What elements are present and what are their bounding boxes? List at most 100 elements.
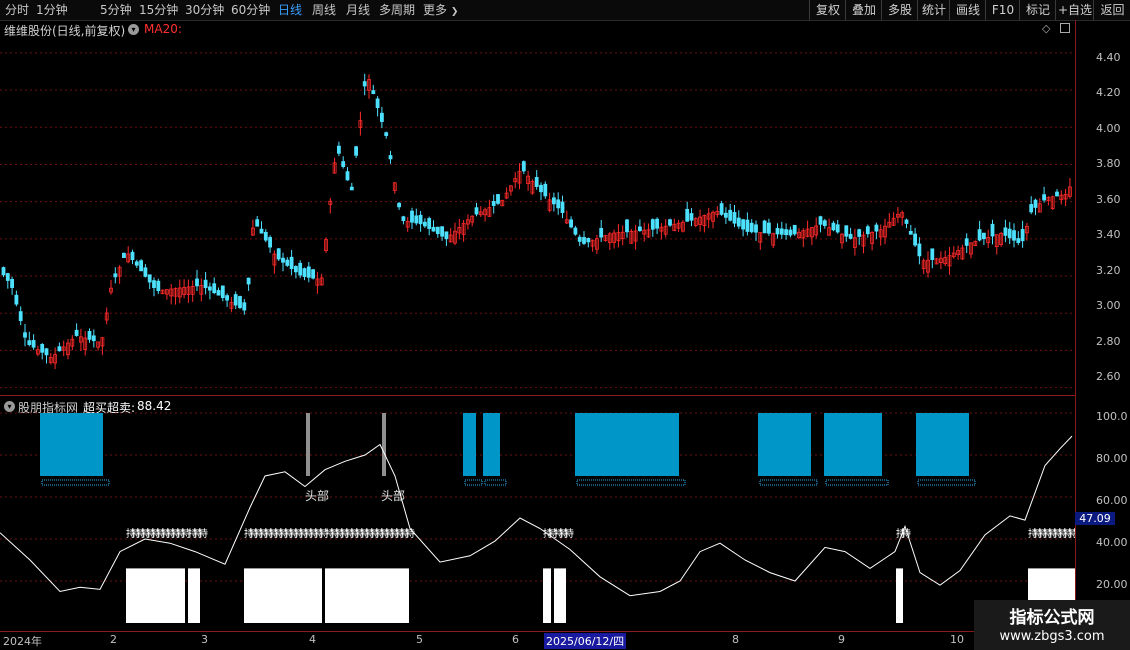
logo-title: 指标公式网 (1009, 608, 1095, 628)
candle-body (491, 201, 496, 206)
fuquan-button[interactable]: 复权 (809, 0, 846, 20)
period-tab-30min[interactable]: 30分钟 (185, 0, 224, 20)
candle-body (410, 210, 414, 223)
candle-body (982, 232, 986, 240)
candle-body (31, 340, 36, 348)
candle-body (917, 243, 922, 257)
period-tab-weekly[interactable]: 周线 (312, 0, 336, 20)
candle-body (749, 222, 754, 233)
window-toggle-icon[interactable] (1060, 23, 1070, 33)
add-watchlist-button[interactable]: +自选 (1055, 0, 1094, 20)
chevron-right-icon: ❯ (450, 7, 459, 17)
candle-body (762, 220, 767, 234)
candle-body (1016, 238, 1021, 244)
candle-body (573, 227, 578, 235)
candle-body (362, 81, 367, 87)
candle-body (156, 280, 161, 292)
candle-body (857, 229, 862, 237)
candle-body (435, 226, 440, 235)
candle-body (379, 112, 384, 122)
candle-body (134, 261, 139, 266)
statistics-button[interactable]: 统计 (917, 0, 950, 20)
overbought-marker (825, 479, 889, 486)
candle-body (904, 219, 909, 224)
price-tick: 4.40 (1096, 51, 1121, 64)
candle-body (1029, 204, 1034, 213)
candle-body (689, 213, 694, 221)
candle-body (401, 216, 406, 221)
ma20-label: MA20: (144, 22, 182, 36)
oversold-block (896, 568, 903, 623)
candle-body (427, 218, 432, 229)
candle-body (18, 311, 23, 322)
date-tick: 5 (416, 633, 423, 646)
candle-body (143, 267, 148, 277)
candle-body (422, 221, 427, 227)
overbought-marker (464, 479, 483, 486)
candle-body (539, 184, 543, 193)
period-tab-daily[interactable]: 日线 (278, 0, 302, 20)
f10-button[interactable]: F10 (985, 0, 1020, 20)
candle-body (268, 237, 273, 248)
head-label: 头部 (381, 488, 405, 503)
period-tab-15min[interactable]: 15分钟 (139, 0, 178, 20)
candle-body (844, 225, 849, 237)
candle-body (341, 161, 346, 168)
candle-body (281, 257, 285, 263)
overlay-button[interactable]: 叠加 (845, 0, 882, 20)
period-tab-multi[interactable]: 多周期 (379, 0, 415, 20)
candle-body (289, 256, 294, 270)
multi-stock-button[interactable]: 多股 (881, 0, 918, 20)
date-tick: 4 (309, 633, 316, 646)
candle-body (1055, 191, 1059, 197)
diamond-icon[interactable]: ◇ (1042, 22, 1050, 35)
candle-body (582, 237, 586, 244)
pane-divider (0, 395, 1075, 396)
date-tick: 3 (201, 633, 208, 646)
candle-body (496, 194, 500, 204)
more-menu[interactable]: 更多 ❯ (423, 0, 458, 20)
candle-body (354, 146, 359, 156)
candle-body (384, 132, 389, 136)
candle-body (831, 222, 836, 231)
candle-body (1033, 199, 1038, 208)
date-axis: 2024年 2 3 4 5 6 2025/06/12/四 8 9 10 (0, 631, 1075, 649)
mark-button[interactable]: 标记 (1019, 0, 1056, 20)
date-tick: 6 (512, 633, 519, 646)
overbought-block (483, 413, 500, 476)
candle-body (87, 331, 92, 340)
date-tick: 10 (950, 633, 964, 646)
draw-line-button[interactable]: 画线 (949, 0, 986, 20)
candle-body (23, 332, 27, 338)
oversold-block (554, 568, 566, 623)
candle-body (655, 218, 659, 229)
candle-body (139, 260, 144, 272)
price-tick: 4.00 (1096, 122, 1121, 135)
chevron-down-icon[interactable]: ▾ (128, 24, 139, 35)
price-tick: 3.00 (1096, 299, 1121, 312)
period-tab-monthly[interactable]: 月线 (346, 0, 370, 20)
candle-body (913, 233, 917, 246)
candle-body (792, 224, 797, 235)
overbought-marker (576, 479, 686, 486)
back-button[interactable]: 返回 (1093, 0, 1130, 20)
candle-body (685, 208, 690, 222)
candle-body (91, 335, 96, 342)
price-tick: 4.20 (1096, 86, 1121, 99)
candle-body (388, 155, 393, 160)
overbought-block (824, 413, 882, 476)
candle-body (754, 224, 758, 233)
candle-body (724, 212, 728, 218)
period-tab-5min[interactable]: 5分钟 (100, 0, 132, 20)
indicator-tick: 20.00 (1096, 578, 1128, 591)
candle-body (822, 220, 827, 226)
period-tab-1min[interactable]: 1分钟 (36, 0, 68, 20)
candle-body (569, 219, 573, 228)
period-tab-60min[interactable]: 60分钟 (231, 0, 270, 20)
period-tab-fenshi[interactable]: 分时 (5, 0, 29, 20)
overbought-marker (759, 479, 818, 486)
candle-body (638, 226, 642, 231)
candle-body (736, 217, 741, 227)
candle-body (293, 266, 298, 273)
overbought-marker (917, 479, 976, 486)
